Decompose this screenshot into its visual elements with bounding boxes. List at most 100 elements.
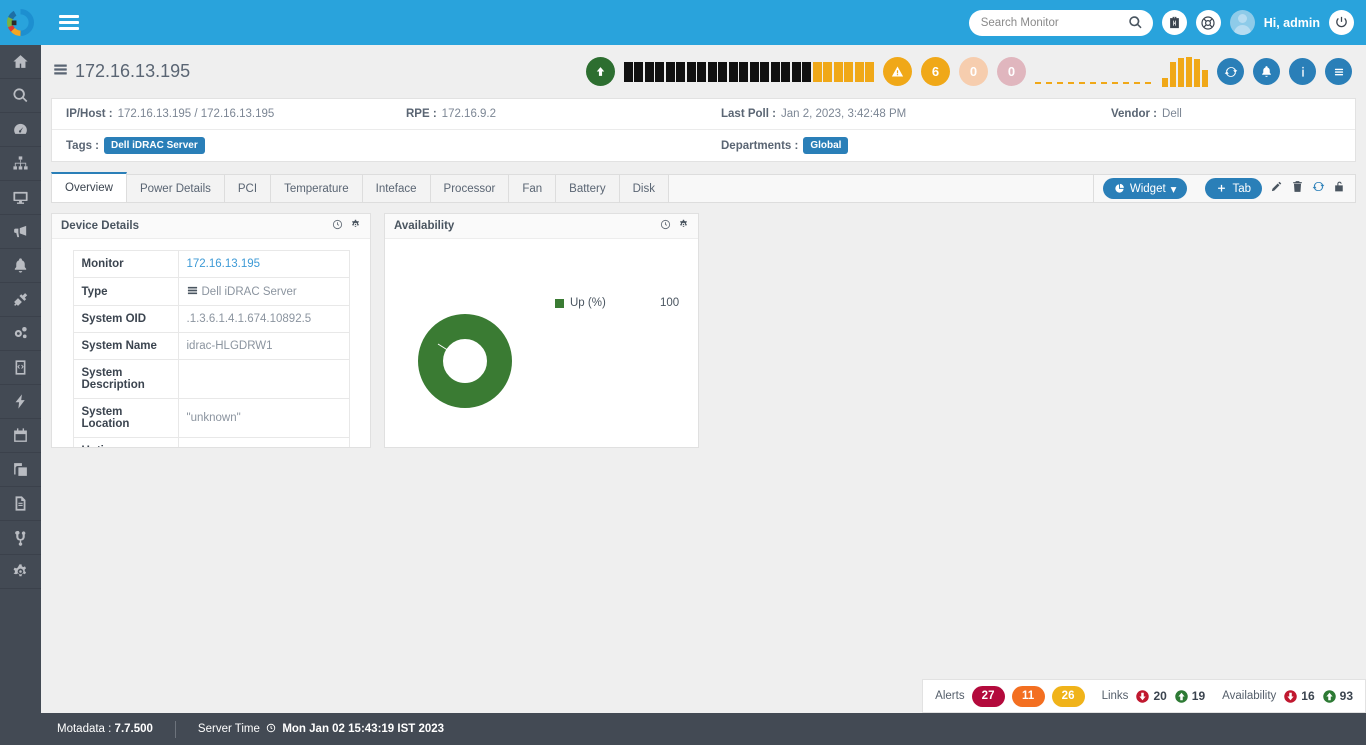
sidebar-item-admin-settings[interactable] xyxy=(0,555,41,589)
info-button[interactable] xyxy=(1289,58,1316,85)
footer-sidebar-pad xyxy=(0,713,41,745)
segment-warning xyxy=(865,61,874,82)
alerts-minor-badge[interactable]: 26 xyxy=(1051,685,1085,707)
sparkline-chart xyxy=(1162,56,1208,87)
sidebar-item-topology[interactable] xyxy=(0,147,41,181)
segment-filled xyxy=(665,61,675,82)
gear-icon[interactable] xyxy=(678,217,689,235)
detail-key: Uptime xyxy=(72,437,179,447)
device-info-box: IP/Host : 172.16.13.195 / 172.16.13.195 … xyxy=(51,98,1356,162)
search-monitor-box[interactable] xyxy=(968,9,1153,36)
alerts-critical-badge[interactable]: 27 xyxy=(971,685,1005,707)
device-details-title: Device Details xyxy=(61,220,139,232)
support-button[interactable] xyxy=(1195,10,1221,35)
arrow-up-circle-icon xyxy=(1322,689,1336,703)
sidebar-item-settings-gears[interactable] xyxy=(0,317,41,351)
top-navigation-bar: Hi, admin xyxy=(41,0,1366,45)
widget-button[interactable]: Widget ▾ xyxy=(1102,178,1188,199)
device-header-actions: 6 0 0 xyxy=(585,56,1352,87)
sparkline-bar xyxy=(1194,58,1200,87)
app-root: Hi, admin 172.16.13.195 xyxy=(0,0,1366,745)
minor-badge[interactable]: 0 xyxy=(959,57,988,86)
sidebar-item-search[interactable] xyxy=(0,79,41,113)
tab-pci[interactable]: PCI xyxy=(223,174,272,202)
device-details-widget: Device Details Monitor 172.16.13.195 Type D… xyxy=(51,213,371,448)
ip-host-value: 172.16.13.195 / 172.16.13.195 xyxy=(117,108,275,120)
document-icon xyxy=(15,496,26,511)
sparkline-bar xyxy=(1170,61,1176,87)
tab-processor[interactable]: Processor xyxy=(429,174,510,202)
clock-icon[interactable] xyxy=(660,217,671,235)
search-icon xyxy=(13,88,28,103)
clock-icon xyxy=(266,723,276,733)
gear-icon[interactable] xyxy=(350,217,361,235)
tab-fan[interactable]: Fan xyxy=(508,174,557,202)
refresh-icon[interactable] xyxy=(1312,180,1325,198)
alerts-button[interactable] xyxy=(1253,58,1280,85)
avatar[interactable] xyxy=(1229,10,1255,35)
alerts-major-badge[interactable]: 11 xyxy=(1011,685,1045,707)
search-input[interactable] xyxy=(968,16,1119,29)
delete-icon[interactable] xyxy=(1291,180,1304,198)
departments-cell: Departments : Global xyxy=(707,137,849,154)
department-pill[interactable]: Global xyxy=(803,137,849,154)
links-down[interactable]: 20 xyxy=(1135,689,1167,704)
links-label: Links xyxy=(1101,690,1129,702)
megaphone-icon xyxy=(14,225,27,238)
links-down-value: 20 xyxy=(1153,689,1167,703)
detail-value[interactable]: 172.16.13.195 xyxy=(177,250,350,278)
segment-filled xyxy=(760,61,769,82)
sidebar-item-reports[interactable] xyxy=(0,487,41,521)
sidebar-item-dashboard[interactable] xyxy=(0,113,41,147)
sidebar-item-announcements[interactable] xyxy=(0,215,41,249)
sidebar-item-home[interactable] xyxy=(0,45,41,79)
tag-pill[interactable]: Dell iDRAC Server xyxy=(104,137,205,154)
tab-temperature[interactable]: Temperature xyxy=(270,174,363,202)
sidebar-item-scheduler[interactable] xyxy=(0,419,41,453)
global-status-bar: Alerts 27 11 26 Links 20 19 Availability… xyxy=(922,679,1366,713)
refresh-button[interactable] xyxy=(1217,58,1244,85)
chevron-down-icon: ▾ xyxy=(1170,183,1177,196)
links-up[interactable]: 19 xyxy=(1174,689,1205,704)
table-row: System Description xyxy=(72,359,350,399)
menu-button[interactable] xyxy=(1325,58,1352,85)
unlock-icon[interactable] xyxy=(1333,180,1346,198)
plug-icon xyxy=(14,293,28,306)
critical-badge[interactable]: 0 xyxy=(997,57,1026,86)
sidebar-item-monitors[interactable] xyxy=(0,181,41,215)
tab-overview[interactable]: Overview xyxy=(51,172,127,202)
sidebar-item-scripts[interactable] xyxy=(0,351,41,385)
sidebar-item-alerts[interactable] xyxy=(0,249,41,283)
sidebar-item-inventory[interactable] xyxy=(0,453,41,487)
availability-up[interactable]: 93 xyxy=(1322,689,1353,704)
availability-up-value: 93 xyxy=(1339,689,1353,703)
search-icon[interactable] xyxy=(1128,15,1143,35)
last-poll-label: Last Poll : xyxy=(721,108,776,120)
add-tab-button[interactable]: Tab xyxy=(1205,178,1262,199)
app-logo[interactable] xyxy=(0,0,41,45)
logout-button[interactable] xyxy=(1329,10,1354,35)
detail-key: System Description xyxy=(72,359,179,399)
briefcase-button[interactable] xyxy=(1161,10,1187,35)
segment-filled xyxy=(707,61,717,82)
availability-segment-bar xyxy=(623,61,874,82)
major-badge[interactable]: 6 xyxy=(921,57,950,86)
segment-filled xyxy=(728,61,738,82)
sidebar-item-workflow[interactable] xyxy=(0,521,41,555)
edit-icon[interactable] xyxy=(1270,180,1283,198)
tab-inteface[interactable]: Inteface xyxy=(361,174,431,202)
tab-disk[interactable]: Disk xyxy=(618,174,669,202)
warning-badge[interactable] xyxy=(883,57,912,86)
hamburger-icon[interactable] xyxy=(59,12,79,34)
availability-down[interactable]: 16 xyxy=(1283,689,1315,704)
table-row: Type Dell iDRAC Server xyxy=(72,277,350,306)
detail-value xyxy=(177,437,350,447)
sidebar-item-automation[interactable] xyxy=(0,385,41,419)
vendor-value: Dell xyxy=(1162,108,1182,120)
tab-power-details[interactable]: Power Details xyxy=(125,174,225,202)
clock-icon[interactable] xyxy=(332,217,343,235)
detail-key: System OID xyxy=(72,305,179,333)
sidebar-item-plugins[interactable] xyxy=(0,283,41,317)
segment-filled xyxy=(739,61,748,82)
tab-battery[interactable]: Battery xyxy=(555,174,620,202)
